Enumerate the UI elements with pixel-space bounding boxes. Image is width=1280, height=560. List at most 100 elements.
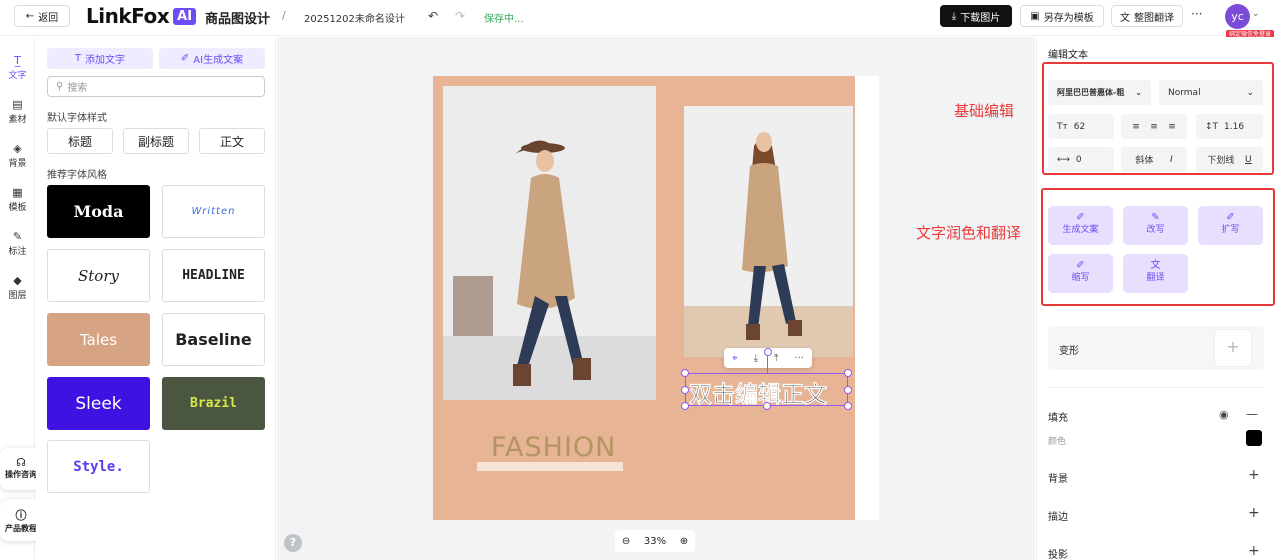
resize-handle-r[interactable] xyxy=(844,386,852,394)
search-icon: ⚲ xyxy=(56,81,64,92)
rail-item-annotate[interactable]: ✎ 标注 xyxy=(0,230,35,257)
font-card-sleek[interactable]: Sleek xyxy=(47,377,150,430)
shadow-row: 投影 + xyxy=(1048,543,1264,560)
back-button-label: 返回 xyxy=(38,12,59,24)
layers-icon: ◆ xyxy=(13,274,22,287)
fill-color-row: 颜色 xyxy=(1048,430,1264,447)
rail-item-label: 标注 xyxy=(8,247,27,257)
fashion-text[interactable]: FASHION xyxy=(491,432,616,463)
arrow-left-icon: ← xyxy=(25,10,35,22)
add-stroke-icon[interactable]: + xyxy=(1248,505,1260,521)
zoom-level[interactable]: 33% xyxy=(644,536,666,547)
document-name[interactable]: 20251202未命名设计 xyxy=(304,10,405,25)
rail-item-text[interactable]: T̲ 文字 xyxy=(0,50,35,88)
font-card-tales[interactable]: Tales xyxy=(47,313,150,366)
font-card-brazil[interactable]: Brazil xyxy=(162,377,265,430)
zoom-out-icon[interactable]: ⊖ xyxy=(622,536,630,547)
add-text-button[interactable]: T 添加文字 xyxy=(47,48,153,69)
resize-handle-bl[interactable] xyxy=(681,402,689,410)
save-status: 保存中... xyxy=(484,14,524,25)
rail-item-template[interactable]: ▦ 模板 xyxy=(0,186,35,213)
font-card-label: Baseline xyxy=(175,330,252,349)
resize-handle-tr[interactable] xyxy=(844,369,852,377)
resize-handle-br[interactable] xyxy=(844,402,852,410)
avatar[interactable]: yc xyxy=(1225,4,1250,29)
font-card-style[interactable]: Style. xyxy=(47,440,150,493)
add-background-icon[interactable]: + xyxy=(1248,467,1260,483)
back-button[interactable]: ← 返回 xyxy=(14,5,70,27)
add-text-label: 添加文字 xyxy=(85,55,126,66)
background-label: 背景 xyxy=(1048,474,1068,485)
rail-item-layers[interactable]: ◆ 图层 xyxy=(0,274,35,301)
add-shadow-icon[interactable]: + xyxy=(1248,543,1260,559)
eye-icon[interactable]: ◉ xyxy=(1219,408,1229,421)
download-label: 下载图片 xyxy=(960,12,1001,24)
font-card-label: Brazil xyxy=(190,396,237,411)
style-subtitle-button[interactable]: 副标题 xyxy=(123,128,189,154)
font-card-label: HEADLINE xyxy=(182,268,245,283)
panel-title: 编辑文本 xyxy=(1048,50,1088,61)
canvas-area[interactable]: FASHION ⌖ ⤓ ⤒ ··· 双击编辑正文 ⊖ 33% ⊕ ? 基础编辑 … xyxy=(277,37,1035,560)
download-image-button[interactable]: ⤓ 下载图片 xyxy=(940,5,1012,27)
style-title-button[interactable]: 标题 xyxy=(47,128,113,154)
fill-color-swatch[interactable] xyxy=(1246,430,1262,446)
rail-item-label: 素材 xyxy=(8,115,27,125)
zoom-control: ⊖ 33% ⊕ xyxy=(615,530,695,552)
ai-copy-button[interactable]: ✐ AI生成文案 xyxy=(159,48,265,69)
more-options-icon[interactable]: ··· xyxy=(794,353,804,364)
template-icon: ▣ xyxy=(1030,10,1040,22)
background-icon: ◈ xyxy=(13,142,22,155)
search-input[interactable]: ⚲ 搜索 xyxy=(47,76,265,97)
color-label: 颜色 xyxy=(1048,437,1067,447)
resize-handle-tl[interactable] xyxy=(681,369,689,377)
remove-fill-icon[interactable]: — xyxy=(1246,407,1258,421)
redo-icon[interactable]: ↷ xyxy=(455,9,465,23)
stroke-label: 描边 xyxy=(1048,512,1068,523)
rail-item-assets[interactable]: ▤ 素材 xyxy=(0,98,35,125)
translate-image-button[interactable]: 文 整图翻译 xyxy=(1111,5,1183,27)
add-transform-button[interactable]: + xyxy=(1214,329,1252,367)
text-panel: T 添加文字 ✐ AI生成文案 ⚲ 搜索 默认字体样式 标题 副标题 正文 推荐… xyxy=(36,37,276,560)
style-body-button[interactable]: 正文 xyxy=(199,128,265,154)
resize-handle-b[interactable] xyxy=(763,402,771,410)
download-layer-icon[interactable]: ⤓ xyxy=(754,353,758,364)
font-card-story[interactable]: Story xyxy=(47,249,150,302)
support-label: 操作咨询 xyxy=(5,470,37,479)
font-card-headline[interactable]: HEADLINE xyxy=(162,249,265,302)
more-menu-icon[interactable]: ··· xyxy=(1191,7,1202,21)
model-photo-small[interactable] xyxy=(684,106,853,357)
model-photo-large[interactable] xyxy=(443,86,656,400)
fashion-underline-bar[interactable] xyxy=(477,462,623,471)
tutorial-label: 产品教程 xyxy=(5,524,37,533)
template-icon: ▦ xyxy=(12,186,23,199)
transform-label: 变形 xyxy=(1059,346,1079,357)
resize-handle-l[interactable] xyxy=(681,386,689,394)
upload-icon[interactable]: ⤒ xyxy=(774,353,778,364)
default-styles-heading: 默认字体样式 xyxy=(47,113,107,124)
undo-icon[interactable]: ↶ xyxy=(428,9,438,23)
translate-label: 整图翻译 xyxy=(1134,12,1174,24)
font-card-moda[interactable]: Moda xyxy=(47,185,150,238)
artboard-margin xyxy=(855,76,879,520)
logo: LinkFox AI xyxy=(86,4,197,28)
model-photo-illustration xyxy=(443,86,656,400)
font-card-label: Style. xyxy=(73,458,124,475)
font-card-label: Written xyxy=(191,206,236,217)
transform-card: 变形 + xyxy=(1048,326,1264,370)
save-as-template-button[interactable]: ▣ 另存为模板 xyxy=(1020,5,1104,27)
rotate-handle[interactable] xyxy=(764,348,772,356)
zoom-in-icon[interactable]: ⊕ xyxy=(680,536,688,547)
font-card-written[interactable]: Written xyxy=(162,185,265,238)
tool-rail: T̲ 文字 ▤ 素材 ◈ 背景 ▦ 模板 ✎ 标注 ◆ 图层 ☊ 操作咨询 ⓘ … xyxy=(0,37,42,560)
font-card-label: Moda xyxy=(73,202,124,221)
smart-select-icon[interactable]: ⌖ xyxy=(732,353,738,364)
rail-item-background[interactable]: ◈ 背景 xyxy=(0,142,35,169)
divider xyxy=(1048,387,1264,388)
artboard[interactable]: FASHION ⌖ ⤓ ⤒ ··· 双击编辑正文 xyxy=(433,76,855,520)
app-title: 商品图设计 xyxy=(205,12,271,27)
help-icon[interactable]: ? xyxy=(284,534,302,552)
annotation-box-ai xyxy=(1041,188,1275,306)
translate-icon: 文 xyxy=(1120,12,1130,24)
font-card-baseline[interactable]: Baseline xyxy=(162,313,265,366)
chevron-down-icon[interactable]: ⌄ xyxy=(1252,9,1260,19)
